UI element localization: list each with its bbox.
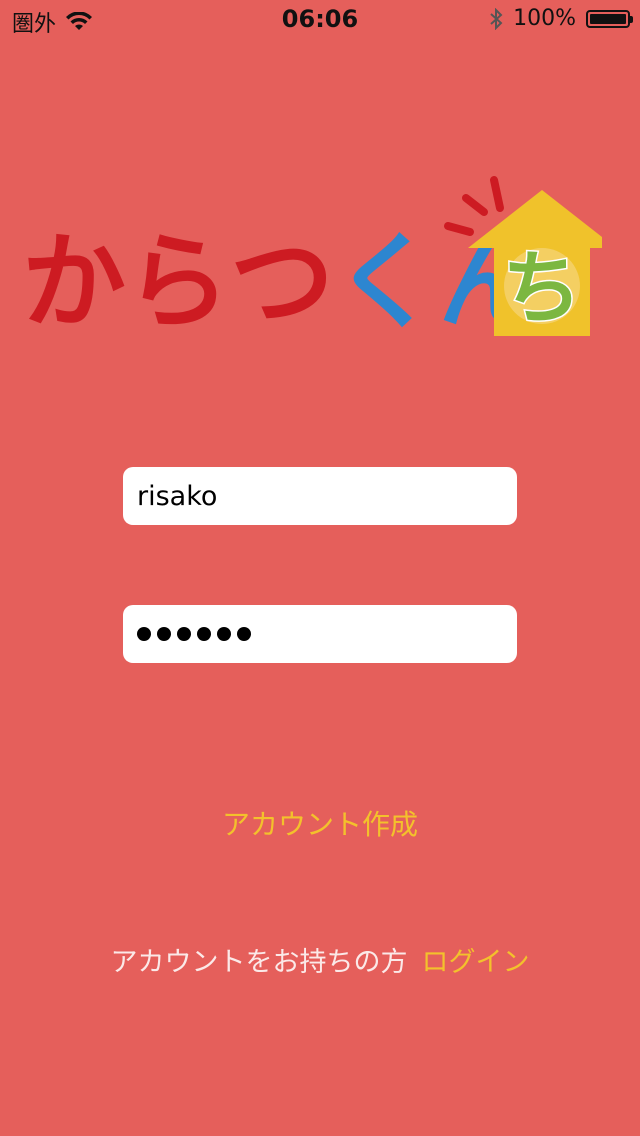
login-link[interactable]: ログイン [422,947,530,978]
status-bar: 圏外 06:06 100% [0,0,640,40]
username-value: risako [137,480,218,512]
create-account-link[interactable]: アカウント作成 [0,803,640,843]
logo-house-letter: ち [502,242,582,335]
app-logo: からつくん ち [22,170,616,360]
status-right: 100% [489,6,633,31]
password-field[interactable] [123,605,517,663]
password-dot [197,627,211,641]
login-prompt: アカウントをお持ちの方 [110,947,408,978]
battery-percentage: 100% [513,6,576,31]
password-dot [177,627,191,641]
password-dot [157,627,171,641]
battery-icon [586,9,633,28]
password-dot [217,627,231,641]
password-dot [137,627,151,641]
password-mask [137,627,251,641]
login-row: アカウントをお持ちの方 ログイン [0,940,640,979]
battery-fill [590,13,626,24]
bluetooth-icon [490,7,503,30]
username-field[interactable]: risako [123,467,517,525]
logo-text-main: からつくん [22,221,542,343]
password-dot [237,627,251,641]
